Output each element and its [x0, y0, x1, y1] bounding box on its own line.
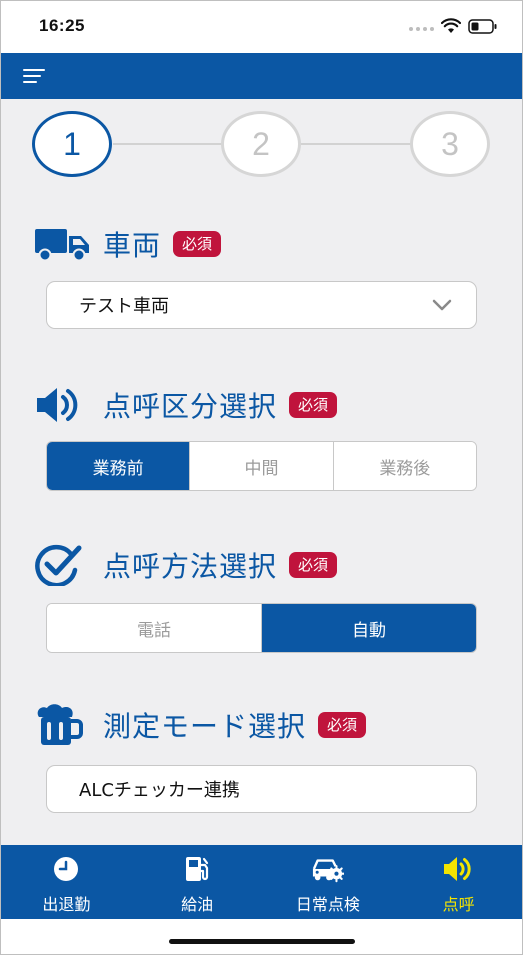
segment-automatic[interactable]: 自動 — [262, 604, 476, 652]
required-badge: 必須 — [289, 552, 338, 578]
main-content[interactable]: 1 2 3 車両 必須 テスト車両 点呼区分選択 必須 業務前 中間 業務後 点… — [1, 99, 522, 845]
nav-item-rollcall[interactable]: 点呼 — [393, 845, 522, 919]
rollcall-method-header: 点呼方法選択 必須 — [35, 543, 338, 587]
home-indicator-area — [1, 919, 522, 954]
step-2: 2 — [221, 111, 301, 177]
rollcall-method-segmented: 電話 自動 — [46, 603, 477, 653]
vehicle-select[interactable]: テスト車両 — [46, 281, 477, 329]
fuel-pump-icon — [181, 855, 213, 883]
truck-icon — [35, 224, 91, 264]
rollcall-method-title: 点呼方法選択 — [103, 550, 278, 583]
rollcall-category-segmented: 業務前 中間 業務後 — [46, 441, 477, 491]
nav-label-rollcall: 点呼 — [442, 895, 475, 914]
chevron-down-icon — [432, 299, 452, 311]
segment-midway[interactable]: 中間 — [190, 442, 334, 490]
segment-phone[interactable]: 電話 — [47, 604, 262, 652]
check-circle-icon — [35, 544, 91, 586]
progress-stepper: 1 2 3 — [1, 99, 522, 199]
battery-icon — [468, 19, 497, 34]
measure-mode-header: 測定モード選択 必須 — [35, 703, 367, 747]
stepper-connector — [113, 143, 223, 145]
phone-screen: 16:25 1 2 3 車両 必須 テスト車両 点呼区分選択 必須 業務前 中間… — [0, 0, 523, 955]
nav-item-attendance[interactable]: 出退勤 — [1, 845, 132, 919]
beer-mug-icon — [35, 704, 91, 745]
speaker-icon — [443, 855, 475, 883]
nav-item-fuel[interactable]: 給油 — [132, 845, 263, 919]
step-1: 1 — [32, 111, 112, 177]
segment-after-work[interactable]: 業務後 — [333, 442, 476, 490]
segment-before-work[interactable]: 業務前 — [47, 442, 191, 490]
status-bar: 16:25 — [1, 1, 522, 53]
measure-mode-title: 測定モード選択 — [103, 710, 307, 743]
nav-label-fuel: 給油 — [181, 895, 214, 914]
step-3: 3 — [410, 111, 490, 177]
bottom-navigation: 出退勤 給油 日常点検 点呼 — [1, 845, 522, 919]
required-badge: 必須 — [318, 712, 367, 738]
required-badge: 必須 — [173, 231, 222, 257]
nav-item-daily-inspection[interactable]: 日常点検 — [263, 845, 394, 919]
home-indicator[interactable] — [169, 939, 355, 944]
app-header — [1, 53, 522, 99]
speaker-icon — [35, 385, 91, 425]
measure-mode-select[interactable]: ALCチェッカー連携 — [46, 765, 477, 813]
required-badge: 必須 — [289, 392, 338, 418]
nav-label-attendance: 出退勤 — [42, 895, 91, 914]
clock-icon — [50, 855, 82, 883]
rollcall-category-header: 点呼区分選択 必須 — [35, 383, 338, 427]
vehicle-select-value: テスト車両 — [79, 296, 169, 317]
measure-mode-value: ALCチェッカー連携 — [79, 780, 240, 801]
nav-label-daily-inspection: 日常点検 — [295, 895, 360, 914]
car-gear-icon — [312, 855, 344, 883]
stepper-connector — [301, 143, 411, 145]
cellular-signal-icon — [409, 27, 434, 31]
wifi-icon — [441, 18, 461, 33]
hamburger-menu-icon[interactable] — [23, 69, 45, 85]
rollcall-category-title: 点呼区分選択 — [103, 390, 278, 423]
vehicle-title: 車両 — [103, 229, 162, 262]
vehicle-section-header: 車両 必須 — [35, 222, 222, 266]
status-time: 16:25 — [39, 16, 85, 35]
